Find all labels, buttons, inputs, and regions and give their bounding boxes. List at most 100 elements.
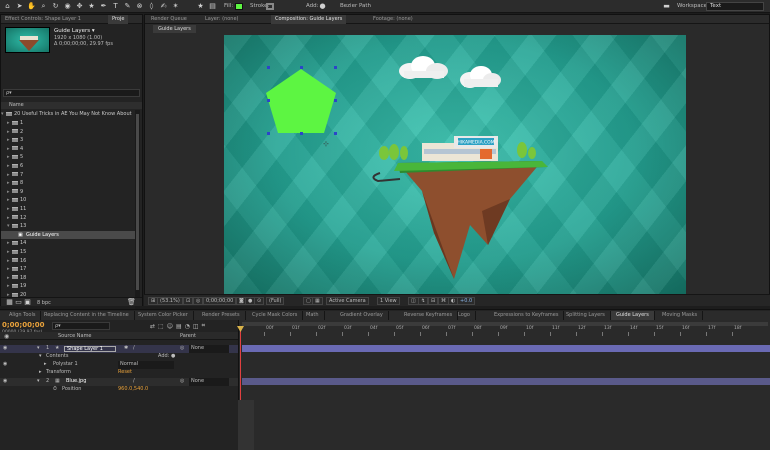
expand-arrow-icon[interactable]: ▾ (39, 353, 42, 361)
timeline-tab-expressions-to-keyframes[interactable]: Expressions to Keyframes (489, 311, 565, 320)
zoom-tool-icon[interactable]: ⌕ (39, 2, 48, 11)
camera-tool-icon[interactable]: ◉ (63, 2, 72, 11)
exposure-value[interactable]: +0.0 (457, 297, 476, 305)
comp-mini-flowchart-icon[interactable]: ⇄ (150, 323, 155, 330)
transform-label[interactable]: Transform (46, 369, 71, 377)
layer-1-contents[interactable]: ▾ Contents Add: ● (0, 353, 238, 361)
brush-tool-icon[interactable]: ✎ (123, 2, 132, 11)
layer-2-bar[interactable] (242, 378, 770, 385)
anchor-point-icon[interactable]: ⊹ (323, 140, 329, 148)
tree-folder-12[interactable]: ▸ 12 (1, 214, 135, 223)
puppet-tool-icon[interactable]: ✶ (171, 2, 180, 11)
expand-arrow-icon[interactable]: ▾ (37, 345, 40, 353)
add-circle-icon[interactable]: ● (318, 2, 327, 11)
home-icon[interactable]: ⌂ (3, 2, 12, 11)
project-search-input[interactable]: ρ▾ (3, 89, 140, 97)
layer-1-transform[interactable]: ▸ Transform Reset (0, 369, 238, 377)
add-label[interactable]: Add: (158, 353, 169, 361)
parent-select[interactable]: None (189, 378, 229, 386)
zoom-select[interactable]: (53.1%) (157, 297, 183, 305)
tree-folder-19[interactable]: ▸ 19 (1, 282, 135, 291)
tab-layer[interactable]: Layer: (none) (201, 15, 243, 24)
selection-tool-icon[interactable]: ➤ (15, 2, 24, 11)
tree-comp-guide-layers[interactable]: ▣ Guide Layers (1, 230, 135, 240)
tree-folder-18[interactable]: ▸ 18 (1, 274, 135, 283)
timeline-track-area[interactable] (238, 320, 770, 450)
resolution-select[interactable]: (Full) (266, 297, 285, 305)
av-features-icon[interactable]: ◉ (4, 333, 9, 340)
bpc-label[interactable]: 8 bpc (37, 300, 51, 306)
pen-tool-icon[interactable]: ✒ (99, 2, 108, 11)
timeline-tab-guide-layers[interactable]: Guide Layers (611, 311, 655, 320)
timeline-tab-cycle-mask-colors[interactable]: Cycle Mask Colors (247, 311, 304, 320)
timeline-tab-math[interactable]: Math (301, 311, 325, 320)
parent-pickwhip-icon[interactable]: ◎ (180, 378, 184, 386)
timeline-tab-replacing-content-in-the-timeline[interactable]: Replacing Content in the Timeline (39, 311, 135, 320)
pan-behind-tool-icon[interactable]: ✥ (75, 2, 84, 11)
interpret-footage-icon[interactable]: ▦ (5, 298, 14, 307)
camera-select[interactable]: Active Camera (326, 297, 369, 305)
fit-icon[interactable]: ⊡ (183, 297, 194, 305)
timeline-timecode[interactable]: 0;00;00;00 (2, 321, 45, 329)
layer-2-position[interactable]: ⏱ Position 960.0,540.0 (0, 386, 238, 394)
fast-preview-icon[interactable]: ↯ (418, 297, 429, 305)
expand-arrow-icon[interactable]: ▸ (44, 361, 47, 369)
polystar-label[interactable]: Polystar 1 (53, 361, 78, 369)
col-parent[interactable]: Parent (180, 333, 196, 339)
tree-folder-14[interactable]: ▸ 14 (1, 239, 135, 248)
current-time[interactable]: 0;00;00;00 (203, 297, 237, 305)
tree-folder-17[interactable]: ▸ 17 (1, 265, 135, 274)
graph-editor-icon[interactable]: ◫ (193, 323, 199, 330)
layer-row-2[interactable]: ◉ ▾ 2 ▦ Blue.jpg / ◎ None (0, 378, 238, 386)
layer-1-polystar[interactable]: ◉ ▸ Polystar 1 Normal (0, 361, 238, 369)
hand-tool-icon[interactable]: ✋ (27, 2, 36, 11)
timeline-tab-render-presets[interactable]: Render Presets (197, 311, 246, 320)
camera-snapshot-icon[interactable]: ◎ (193, 297, 204, 305)
collapse-switch-icon[interactable]: ✱ (124, 345, 128, 353)
tree-folder-2[interactable]: ▸ 2 (1, 128, 135, 137)
col-source-name[interactable]: Source Name (58, 333, 92, 339)
fill-color-swatch[interactable] (235, 3, 243, 10)
tab-project[interactable]: Proje (108, 15, 129, 24)
visibility-icon[interactable]: ◉ (3, 345, 7, 353)
draft-3d-icon[interactable]: ⬚ (158, 323, 164, 330)
timeline-tab-splitting-layers[interactable]: Splitting Layers (561, 311, 611, 320)
bezier-path-label[interactable]: Bezier Path (340, 3, 371, 9)
timeline-tab-gradient-overlay[interactable]: Gradient Overlay (335, 311, 389, 320)
workspace-select[interactable]: Text (706, 2, 764, 11)
tree-folder-10[interactable]: ▸ 10 (1, 196, 135, 205)
add-icon[interactable]: ● (171, 353, 175, 361)
brainstorm-icon[interactable]: ⌗ (202, 322, 205, 330)
delete-icon[interactable]: 🗑 (127, 298, 136, 307)
timeline-search-input[interactable]: ρ▾ (52, 322, 110, 330)
pentagon-shape[interactable] (262, 61, 344, 143)
shape-tool-icon[interactable]: ★ (87, 2, 96, 11)
rotate-tool-icon[interactable]: ↻ (51, 2, 60, 11)
tree-folder-9[interactable]: ▸ 9 (1, 188, 135, 197)
tab-footage[interactable]: Footage: (none) (369, 15, 417, 24)
comp-sub-tab[interactable]: Guide Layers (153, 25, 196, 33)
project-scrollbar-thumb[interactable] (136, 114, 139, 290)
layer-name[interactable]: Blue.jpg (66, 378, 86, 386)
tree-folder-3[interactable]: ▸ 3 (1, 136, 135, 145)
new-folder-icon[interactable]: ▭ (14, 298, 23, 307)
expand-arrow-icon[interactable]: ▸ (39, 369, 42, 377)
tab-composition[interactable]: Composition: Guide Layers (271, 15, 347, 24)
new-comp-icon[interactable]: ▣ (23, 298, 32, 307)
parent-select[interactable]: None (189, 345, 229, 353)
timeline-tab-moving-masks[interactable]: Moving Masks (657, 311, 704, 320)
layer-row-1[interactable]: ◉ ▾ 1 ★ Shape Layer 1 ✱ / ◎ None (0, 345, 238, 353)
layer-1-bar[interactable] (242, 345, 770, 352)
blend-mode-select[interactable]: Normal (118, 361, 174, 369)
reset-link[interactable]: Reset (118, 369, 132, 377)
parent-pickwhip-icon[interactable]: ◎ (180, 345, 184, 353)
tree-folder-6[interactable]: ▸ 6 (1, 162, 135, 171)
timeline-tab-system-color-picker[interactable]: System Color Picker (133, 311, 194, 320)
visibility-icon[interactable]: ◉ (3, 361, 7, 369)
quality-switch-icon[interactable]: / (133, 345, 135, 353)
tree-folder-15[interactable]: ▸ 15 (1, 248, 135, 257)
type-tool-icon[interactable]: T (111, 2, 120, 11)
view-layout-select[interactable]: 1 View (377, 297, 400, 305)
project-scrollbar[interactable] (135, 110, 140, 310)
tree-folder-1[interactable]: ▸ 1 (1, 119, 135, 128)
